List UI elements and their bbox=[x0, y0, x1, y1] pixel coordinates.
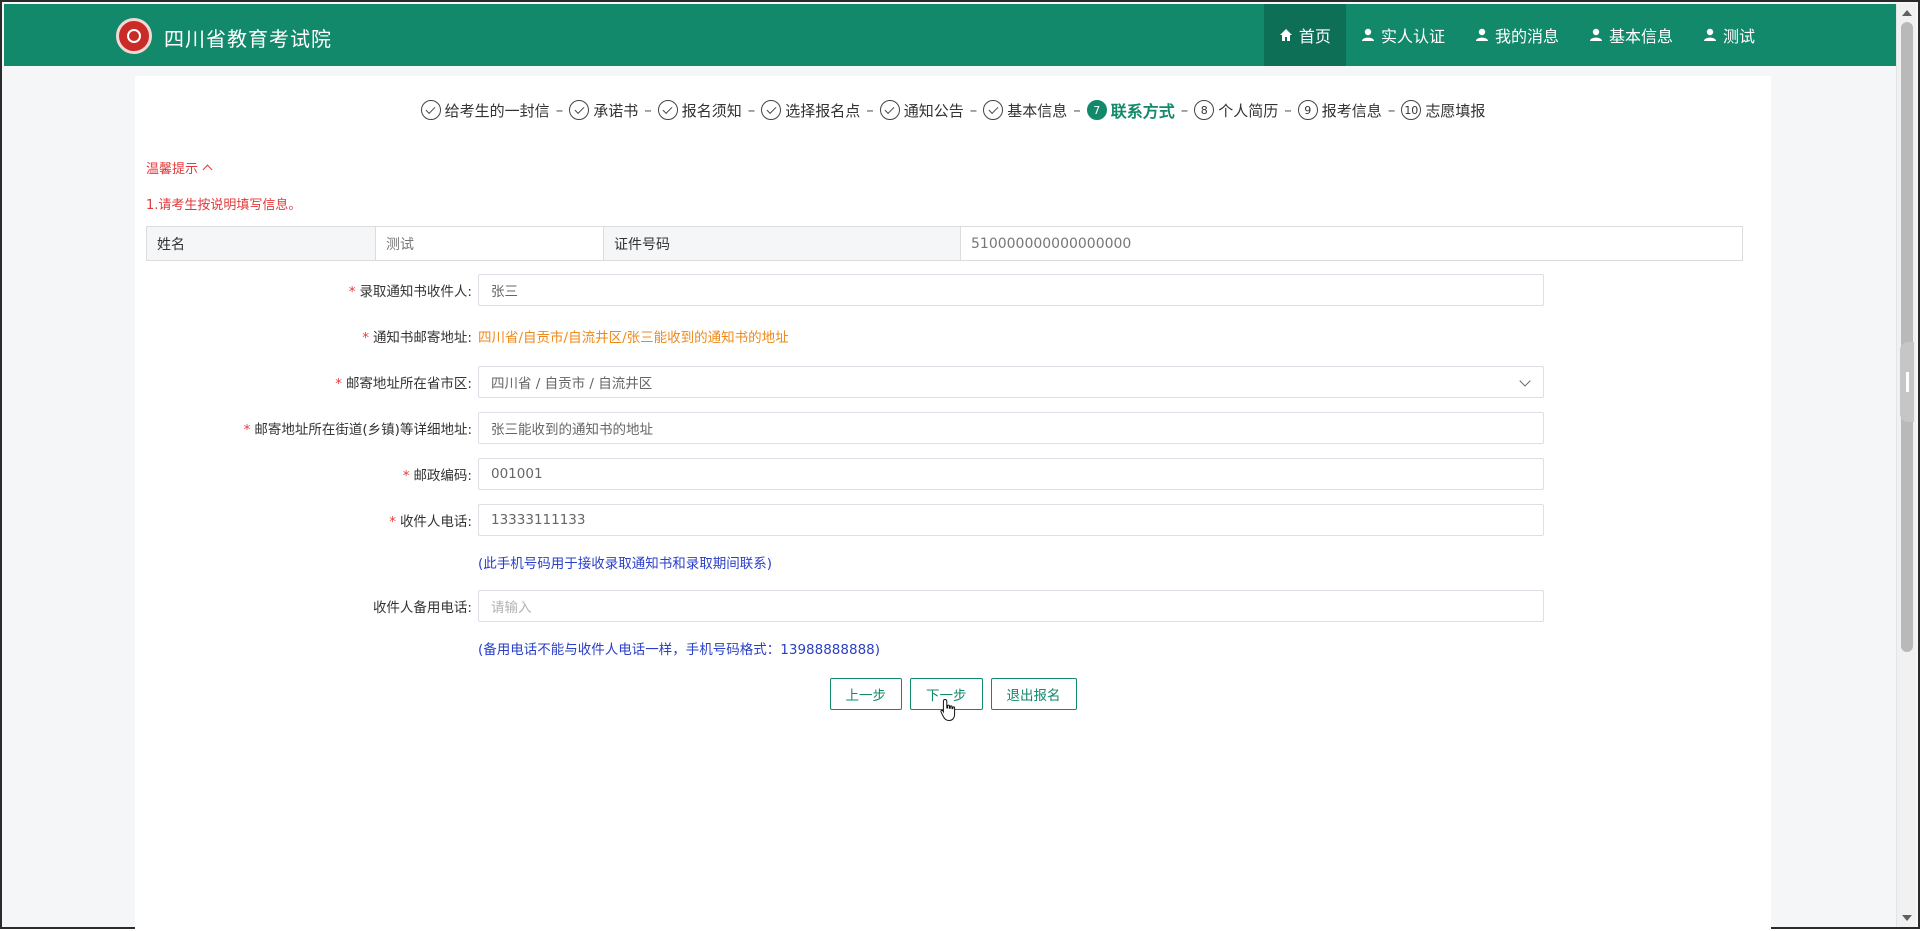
check-circle-icon bbox=[657, 100, 678, 120]
form-row-backup-phone: 收件人备用电话: 请输入 bbox=[135, 590, 1771, 622]
step-separator: – bbox=[969, 101, 978, 119]
phone-input[interactable]: 13333111133 bbox=[478, 504, 1544, 536]
check-circle-icon bbox=[761, 100, 782, 120]
nav-item-home[interactable]: 首页 bbox=[1263, 4, 1346, 66]
logo-icon bbox=[116, 18, 152, 54]
top-header: 四川省教育考试院 首页 实人认证 我的消息 基本信息 测试 bbox=[4, 4, 1902, 66]
backup-phone-label: 收件人备用电话: bbox=[372, 600, 472, 616]
vertical-scrollbar[interactable] bbox=[1896, 4, 1916, 927]
user-icon bbox=[1703, 28, 1716, 41]
address-label: 通知书邮寄地址: bbox=[372, 330, 472, 346]
check-circle-icon bbox=[569, 100, 590, 120]
nav-item-messages[interactable]: 我的消息 bbox=[1460, 4, 1574, 66]
step-separator: – bbox=[1073, 101, 1081, 119]
step-progress: 给考生的一封信 – 承诺书 – 报名须知 – 选择报名点 – 通知公告 – 基本… bbox=[135, 98, 1771, 122]
scroll-down-icon[interactable] bbox=[1902, 915, 1912, 921]
hand-pointer-icon bbox=[940, 698, 956, 722]
step-separator: – bbox=[1387, 101, 1396, 119]
name-value: 测试 bbox=[376, 227, 604, 260]
step-pledge: 承诺书 bbox=[569, 100, 638, 121]
scroll-up-icon[interactable] bbox=[1902, 10, 1912, 16]
step-exam-info: 9 报考信息 bbox=[1297, 100, 1382, 121]
user-icon bbox=[1361, 28, 1374, 41]
step-notice: 报名须知 bbox=[657, 100, 742, 121]
region-select[interactable]: 四川省 / 自贡市 / 自流井区 bbox=[478, 366, 1544, 398]
form-row-address: * 通知书邮寄地址: 四川省/自贡市/自流井区/张三能收到的通知书的地址 bbox=[135, 320, 1771, 352]
step-number: 9 bbox=[1297, 100, 1318, 120]
required-mark: * bbox=[362, 330, 369, 346]
detail-label: 邮寄地址所在街道(乡镇)等详细地址: bbox=[254, 422, 472, 438]
form-row-region: * 邮寄地址所在省市区: 四川省 / 自贡市 / 自流井区 bbox=[135, 366, 1771, 398]
home-icon bbox=[1279, 29, 1292, 41]
required-mark: * bbox=[389, 514, 396, 530]
site-title: 四川省教育考试院 bbox=[164, 27, 332, 51]
address-value: 四川省/自贡市/自流井区/张三能收到的通知书的地址 bbox=[478, 330, 789, 346]
step-separator: – bbox=[1180, 101, 1189, 119]
postcode-label: 邮政编码: bbox=[413, 468, 472, 484]
step-number: 10 bbox=[1401, 100, 1422, 120]
required-mark: * bbox=[402, 468, 410, 484]
step-announcement: 通知公告 bbox=[879, 100, 964, 121]
chevron-down-icon bbox=[1519, 375, 1531, 387]
postcode-input[interactable]: 001001 bbox=[478, 458, 1544, 490]
check-circle-icon bbox=[983, 100, 1004, 120]
scrollbar-thumb[interactable] bbox=[1901, 22, 1913, 652]
id-label: 证件号码 bbox=[604, 227, 961, 260]
region-label: 邮寄地址所在省市区: bbox=[345, 376, 472, 392]
step-basic-info: 基本信息 bbox=[983, 100, 1067, 121]
step-separator: – bbox=[1284, 101, 1292, 119]
user-icon bbox=[1589, 28, 1602, 41]
step-select-site: 选择报名点 bbox=[761, 100, 860, 121]
check-circle-icon bbox=[420, 100, 441, 120]
step-contact: 7 联系方式 bbox=[1086, 98, 1175, 122]
recipient-label: 录取通知书收件人: bbox=[359, 284, 472, 300]
nav-item-label: 基本信息 bbox=[1608, 27, 1673, 46]
check-circle-icon bbox=[879, 100, 900, 120]
nav-item-label: 实人认证 bbox=[1380, 27, 1445, 46]
browser-frame: 四川省教育考试院 首页 实人认证 我的消息 基本信息 测试 给考生的一封信 – … bbox=[0, 0, 1920, 931]
nav-item-label: 我的消息 bbox=[1494, 27, 1559, 46]
nav-item-label: 测试 bbox=[1722, 27, 1755, 46]
region-select-value: 四川省 / 自贡市 / 自流井区 bbox=[491, 376, 653, 392]
quit-registration-button[interactable]: 退出报名 bbox=[990, 678, 1077, 710]
backup-phone-hint: (备用电话不能与收件人电话一样，手机号码格式：13988888888) bbox=[478, 642, 881, 658]
main-panel: 给考生的一封信 – 承诺书 – 报名须知 – 选择报名点 – 通知公告 – 基本… bbox=[135, 76, 1771, 931]
tips-title: 温馨提示 bbox=[146, 162, 199, 177]
side-drawer-handle[interactable] bbox=[1900, 342, 1914, 422]
nav-item-basic-info[interactable]: 基本信息 bbox=[1574, 4, 1688, 66]
id-value: 510000000000000000 bbox=[961, 227, 1742, 260]
required-mark: * bbox=[348, 284, 356, 300]
step-number: 7 bbox=[1086, 100, 1107, 120]
required-mark: * bbox=[243, 422, 251, 438]
candidate-info-table: 姓名 测试 证件号码 510000000000000000 bbox=[146, 226, 1743, 261]
recipient-input[interactable]: 张三 bbox=[478, 274, 1544, 306]
nav-item-label: 首页 bbox=[1298, 27, 1331, 46]
step-letter: 给考生的一封信 bbox=[420, 100, 550, 121]
tips-line: 1.请考生按说明填写信息。 bbox=[146, 198, 302, 213]
nav-item-user[interactable]: 测试 bbox=[1688, 4, 1770, 66]
step-number: 8 bbox=[1194, 100, 1215, 120]
step-resume: 8 个人简历 bbox=[1194, 100, 1278, 121]
prev-step-button[interactable]: 上一步 bbox=[829, 678, 902, 710]
form-row-detail: * 邮寄地址所在街道(乡镇)等详细地址: 张三能收到的通知书的地址 bbox=[135, 412, 1771, 444]
phone-hint: (此手机号码用于接收录取通知书和录取期间联系) bbox=[478, 556, 773, 572]
required-mark: * bbox=[335, 376, 342, 392]
form-row-phone: * 收件人电话: 13333111133 bbox=[135, 504, 1771, 536]
step-preferences: 10 志愿填报 bbox=[1401, 100, 1485, 121]
chevron-up-icon bbox=[202, 164, 213, 175]
top-nav: 首页 实人认证 我的消息 基本信息 测试 bbox=[1263, 4, 1770, 66]
step-separator: – bbox=[747, 101, 756, 119]
detail-address-input[interactable]: 张三能收到的通知书的地址 bbox=[478, 412, 1544, 444]
step-separator: – bbox=[866, 101, 874, 119]
name-label: 姓名 bbox=[147, 227, 376, 260]
backup-phone-input[interactable]: 请输入 bbox=[478, 590, 1544, 622]
step-separator: – bbox=[644, 101, 652, 119]
nav-item-verify[interactable]: 实人认证 bbox=[1346, 4, 1460, 66]
tips-toggle[interactable]: 温馨提示 bbox=[146, 158, 213, 177]
form-row-recipient: * 录取通知书收件人: 张三 bbox=[135, 274, 1771, 306]
phone-label: 收件人电话: bbox=[399, 514, 472, 530]
step-separator: – bbox=[555, 101, 564, 119]
form-row-postcode: * 邮政编码: 001001 bbox=[135, 458, 1771, 490]
user-icon bbox=[1475, 28, 1488, 41]
